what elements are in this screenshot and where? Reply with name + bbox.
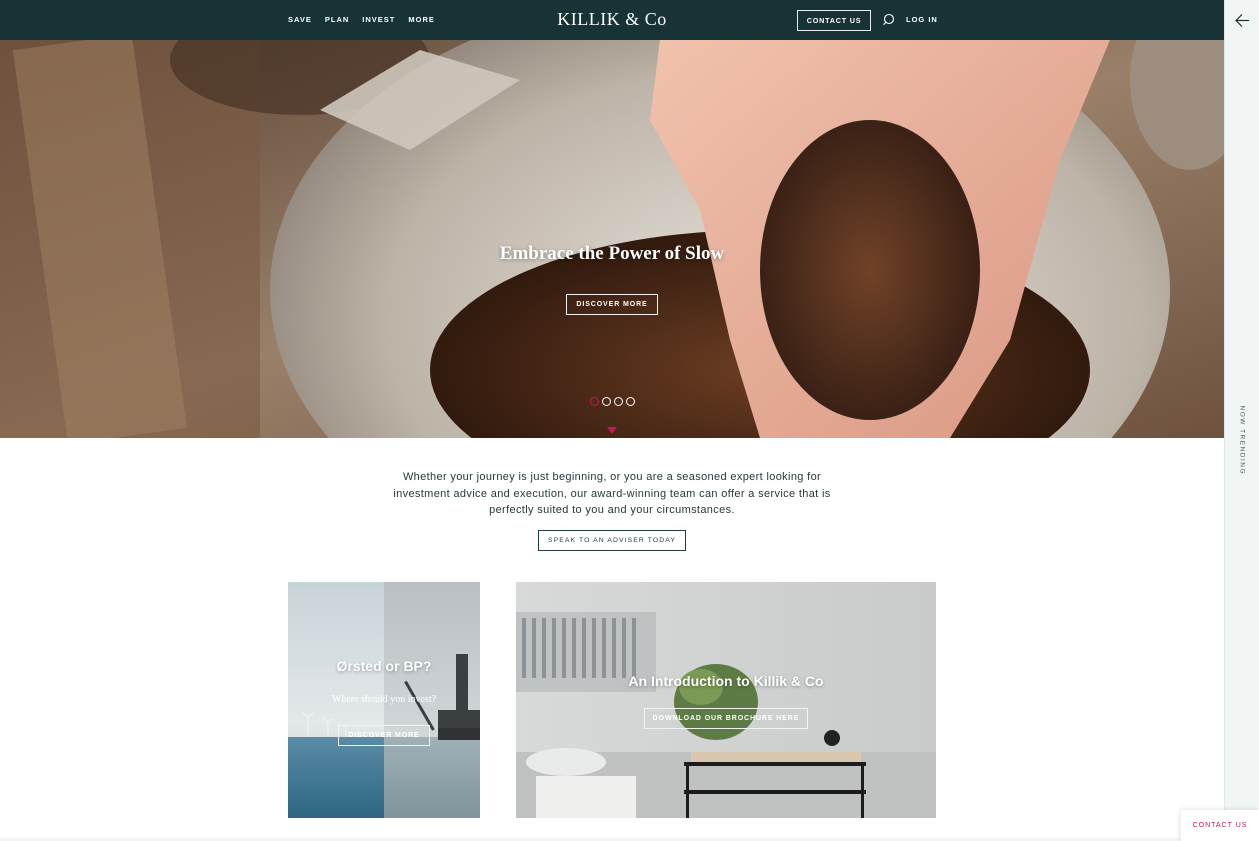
killik-logo[interactable]: KILLIK & Co xyxy=(556,9,668,30)
contact-us-button[interactable]: CONTACT US xyxy=(797,10,871,31)
main-nav: SAVE PLAN INVEST MORE xyxy=(288,15,435,24)
speak-to-adviser-button[interactable]: SPEAK TO AN ADVISER TODAY xyxy=(538,530,686,551)
back-arrow-icon[interactable] xyxy=(1234,12,1251,29)
download-brochure-button[interactable]: DOWNLOAD OUR BROCHURE HERE xyxy=(644,708,808,729)
carousel-indicators xyxy=(590,397,635,406)
log-in-link[interactable]: LOG IN xyxy=(906,15,938,24)
card-image-studio-interior xyxy=(516,582,936,818)
card-discover-more-button[interactable]: DISCOVER MORE xyxy=(338,725,430,746)
floating-contact-us-button[interactable]: CONTACT US xyxy=(1181,810,1259,841)
intro-text: Whether your journey is just beginning, … xyxy=(393,471,831,516)
carousel-dot-2[interactable] xyxy=(602,397,611,406)
hero-image-coffee-beans xyxy=(0,40,1224,438)
card-title: An Introduction to Killik & Co xyxy=(628,673,824,689)
scroll-down-arrow-icon[interactable] xyxy=(607,427,617,434)
card-title: Ørsted or BP? xyxy=(336,658,432,674)
carousel-dot-3[interactable] xyxy=(614,397,623,406)
search-icon[interactable] xyxy=(882,13,896,27)
nav-more[interactable]: MORE xyxy=(408,15,435,24)
carousel-dot-4[interactable] xyxy=(626,397,635,406)
hero-discover-more-button[interactable]: DISCOVER MORE xyxy=(566,294,658,315)
nav-invest[interactable]: INVEST xyxy=(362,15,395,24)
card-subtitle: Where should you invest? xyxy=(331,694,437,705)
nav-save[interactable]: SAVE xyxy=(288,15,312,24)
carousel-dot-1[interactable] xyxy=(590,397,599,406)
introduction-card[interactable]: An Introduction to Killik & Co DOWNLOAD … xyxy=(516,582,936,818)
now-trending-tab[interactable]: NOW TRENDING xyxy=(1239,406,1246,476)
top-navigation-bar: SAVE PLAN INVEST MORE KILLIK & Co CONTAC… xyxy=(0,0,1224,40)
hero-banner: Embrace the Power of Slow DISCOVER MORE xyxy=(0,40,1224,438)
nav-plan[interactable]: PLAN xyxy=(325,15,349,24)
hero-title: Embrace the Power of Slow xyxy=(499,243,725,264)
orsted-bp-card[interactable]: Ørsted or BP? Where should you invest? D… xyxy=(288,582,480,818)
